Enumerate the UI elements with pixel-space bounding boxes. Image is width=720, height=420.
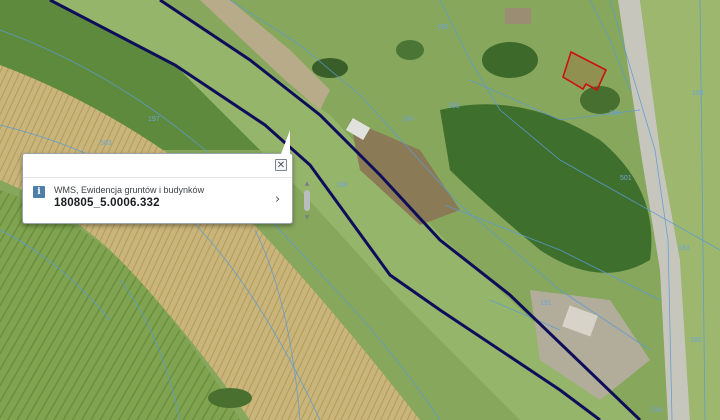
parcel-id: 180805_5.0006.332	[54, 197, 160, 209]
parcel-label: 197	[148, 116, 160, 123]
parcel-label: 501	[620, 175, 632, 182]
chevron-right-icon[interactable]: ›	[275, 192, 280, 207]
layer-name: WMS, Ewidencja gruntów i budynków	[54, 185, 205, 195]
tree-shadow	[208, 388, 252, 408]
scroll-down-icon[interactable]: ▼	[303, 215, 311, 221]
popup-scrollbar[interactable]: ▲ ▼	[303, 181, 311, 221]
tree-cluster	[482, 42, 538, 78]
parcel-label: 503	[100, 140, 112, 147]
parcel-label: 234	[650, 407, 662, 414]
parcel-label: 182	[690, 337, 702, 344]
parcel-label: 108	[336, 182, 348, 189]
parcel-label: 191	[540, 300, 552, 307]
scroll-thumb[interactable]	[304, 190, 310, 211]
scroll-up-icon[interactable]: ▲	[303, 181, 311, 187]
parcel-label: 200	[448, 103, 460, 110]
parcel-label: 188	[692, 90, 704, 97]
info-icon: i	[33, 186, 45, 198]
parcel-label: 189	[437, 24, 449, 31]
parcel-label: 185	[609, 110, 621, 117]
parcel-label: 183	[678, 245, 690, 252]
building-top	[505, 8, 531, 24]
parcel-label: 184	[402, 116, 414, 123]
close-icon[interactable]: ✕	[275, 159, 287, 171]
popup-header: ✕	[23, 154, 292, 178]
tree-cluster	[396, 40, 424, 60]
feature-info-popup: ✕ i WMS, Ewidencja gruntów i budynków 18…	[22, 130, 310, 224]
popup-pointer	[281, 130, 290, 154]
tree-shadow	[312, 58, 348, 78]
